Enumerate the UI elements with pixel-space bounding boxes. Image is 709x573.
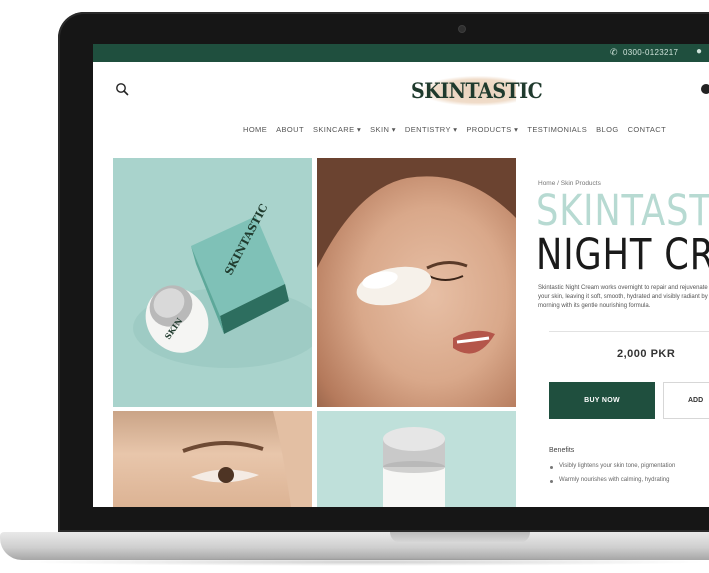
product-box-illustration: SKINTASTIC SKIN (133, 201, 312, 368)
buy-now-button[interactable]: BUY NOW (549, 382, 655, 419)
laptop-base (0, 532, 709, 560)
nav-item[interactable]: DENTISTRY ▾ (405, 125, 457, 134)
top-bar: ✆ 0300-0123217 ● (93, 44, 709, 62)
add-to-cart-button[interactable]: ADD (663, 382, 709, 419)
product-title-line-2: NIGHT CRE (536, 230, 709, 280)
search-icon[interactable] (115, 82, 129, 96)
webcam (458, 25, 466, 33)
user-icon[interactable]: ● (696, 46, 702, 57)
bullet (550, 466, 553, 469)
nav-item[interactable]: CONTACT (628, 125, 667, 134)
model-eye-photo[interactable] (113, 411, 312, 507)
cart-icon[interactable] (701, 84, 709, 94)
divider (549, 331, 709, 332)
product-photo-box[interactable]: SKINTASTIC SKIN (113, 158, 312, 407)
laptop-screen: ✆ 0300-0123217 ● SKINTASTIC HOME ABOUT SKI… (93, 44, 709, 507)
phone-icon: ✆ (610, 47, 618, 57)
phone-number[interactable]: 0300-0123217 (623, 48, 678, 57)
logo-text: SKINTASTIC (411, 78, 543, 104)
nav-item[interactable]: PRODUCTS ▾ (466, 125, 518, 134)
cream-jar-photo[interactable] (317, 411, 516, 507)
nav-item[interactable]: SKIN ▾ (370, 125, 396, 134)
product-description: Skintastic Night Cream works overnight t… (538, 285, 708, 309)
laptop-notch (390, 532, 530, 543)
product-title-line-1: SKINTAST (536, 186, 709, 236)
nav-item[interactable]: SKINCARE ▾ (313, 125, 361, 134)
nav-item[interactable]: TESTIMONIALS (527, 125, 587, 134)
nav-item[interactable]: ABOUT (276, 125, 304, 134)
product-price: 2,000 PKR (617, 348, 676, 360)
main-nav: HOME ABOUT SKINCARE ▾ SKIN ▾ DENTISTRY ▾ PROD… (243, 123, 703, 135)
bullet (550, 480, 553, 483)
model-face-photo[interactable] (317, 158, 516, 407)
nav-item[interactable]: HOME (243, 125, 267, 134)
jar-illustration (383, 427, 445, 507)
face-illustration (317, 158, 516, 354)
site-logo[interactable]: SKINTASTIC (411, 74, 543, 108)
benefit-item: Visibly lightens your skin tone, pigment… (559, 463, 676, 469)
eye-illustration (182, 411, 312, 507)
laptop-shadow (20, 558, 709, 566)
benefits-heading: Benefits (549, 447, 575, 454)
nav-item[interactable]: BLOG (596, 125, 618, 134)
benefit-item: Warmly nourishes with calming, hydrating (559, 477, 670, 483)
